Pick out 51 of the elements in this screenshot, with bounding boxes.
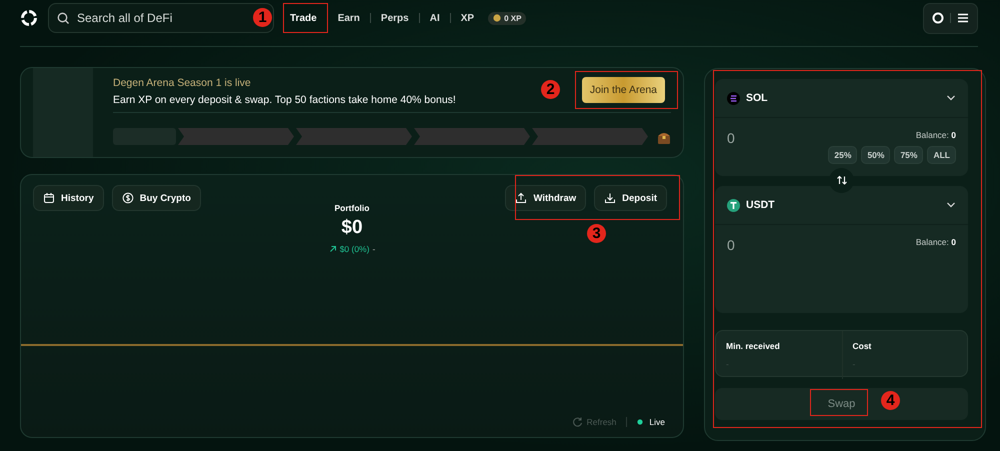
menu-button[interactable] (957, 12, 969, 24)
chevron-down-icon (946, 93, 956, 103)
logo-button[interactable] (932, 12, 944, 24)
token-name[interactable]: SOL (746, 92, 768, 104)
deposit-button[interactable]: Deposit (594, 185, 667, 211)
download-icon (604, 192, 616, 204)
portfolio-change: $0 (0%) (340, 244, 370, 254)
amount-preset-button[interactable]: 75% (894, 146, 924, 164)
tether-token-icon (727, 198, 740, 212)
join-arena-button[interactable]: Join the Arena (582, 77, 665, 103)
banner-text: Earn XP on every deposit & swap. Top 50 factions take home 40% bonus! (113, 94, 457, 106)
trend-up-icon (328, 245, 337, 253)
highlight-frame (283, 3, 328, 33)
change-dash: - (372, 244, 376, 254)
nav-tab[interactable]: Trade (280, 12, 327, 24)
logo-icon (20, 9, 38, 27)
amount-preset-button[interactable]: 50% (861, 146, 890, 164)
refresh-icon (572, 416, 583, 427)
token-name[interactable]: USDT (746, 199, 775, 211)
nav-tab[interactable]: Earn (328, 12, 370, 24)
portfolio-value: $0 (341, 217, 363, 239)
menu-icon (957, 12, 969, 24)
nav-tab[interactable]: AI (420, 12, 450, 24)
calendar-icon (43, 192, 55, 204)
upload-icon (515, 192, 528, 204)
balance-text: Balance: 0 (916, 130, 956, 140)
balance-text: Balance: 0 (916, 237, 956, 247)
dollar-coin-icon (122, 192, 134, 204)
amount-field[interactable]: 0 (727, 130, 735, 176)
summary-label: Min. received (726, 341, 781, 351)
live-label: Live (649, 416, 665, 426)
withdraw-button[interactable]: Withdraw (505, 185, 586, 211)
history-button[interactable]: History (33, 185, 104, 211)
amount-field[interactable]: 0 (727, 237, 735, 313)
summary-value: - (852, 359, 856, 369)
summary-value: - (726, 359, 730, 369)
amount-preset-button[interactable]: 25% (828, 146, 858, 164)
nav-tab[interactable]: XP (450, 12, 484, 24)
xp-count: 0 XP (504, 14, 522, 22)
swap-arrows-icon (836, 175, 848, 186)
buy-crypto-button[interactable]: Buy Crypto (112, 185, 201, 211)
nav-tab[interactable]: Perps (370, 12, 419, 24)
banner-title: Degen Arena Season 1 is live (113, 76, 252, 88)
live-dot-icon (637, 418, 644, 424)
summary-label: Cost (852, 341, 872, 351)
coin-icon (493, 14, 502, 22)
chevron-down-icon (946, 200, 956, 210)
amount-preset-button[interactable]: ALL (927, 146, 956, 164)
sol-token-icon (727, 92, 740, 104)
ring-icon (932, 12, 944, 24)
portfolio-label: Portfolio (334, 203, 370, 213)
